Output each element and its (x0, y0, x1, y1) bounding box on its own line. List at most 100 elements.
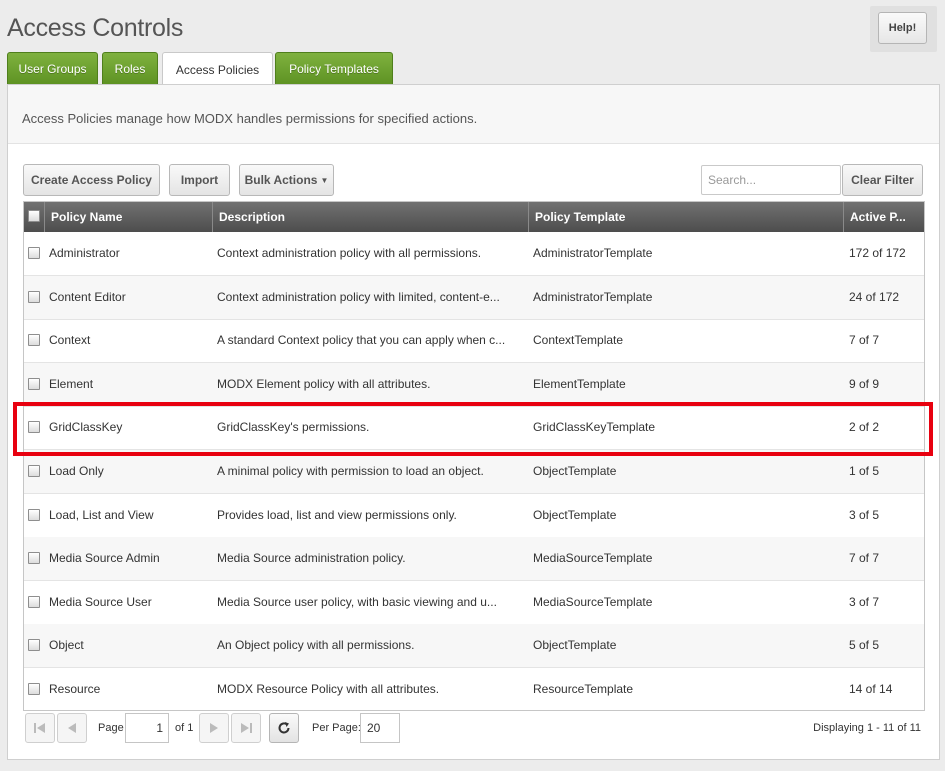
column-header-policy-template[interactable]: Policy Template (528, 202, 844, 232)
row-checkbox[interactable] (28, 465, 40, 477)
table-row[interactable]: Media Source Admin Media Source administr… (24, 537, 924, 582)
table-row[interactable]: Resource MODX Resource Policy with all at… (24, 668, 924, 710)
cell-policy-template: MediaSourceTemplate (533, 594, 653, 609)
column-header-active-permissions[interactable]: Active P... (843, 202, 924, 232)
cell-policy-name: Context (49, 333, 91, 348)
row-checkbox[interactable] (28, 508, 40, 521)
help-button[interactable]: Help! (878, 12, 927, 44)
cell-policy-template: ObjectTemplate (533, 507, 617, 522)
import-button[interactable]: Import (169, 164, 230, 196)
cell-description: Media Source administration policy. (217, 551, 406, 566)
last-page-button[interactable] (231, 713, 261, 743)
column-header-description[interactable]: Description (212, 202, 528, 232)
bulk-actions-button[interactable]: Bulk Actions ▼ (239, 164, 334, 196)
cell-policy-template: ContextTemplate (533, 333, 624, 348)
row-checkbox[interactable] (28, 421, 40, 434)
prev-page-button[interactable] (57, 713, 87, 743)
cell-description: Context administration policy with limit… (217, 289, 500, 304)
cell-active-permissions: 3 of 7 (849, 594, 880, 609)
cell-active-permissions: 3 of 5 (849, 507, 880, 522)
cell-policy-template: ObjectTemplate (533, 464, 617, 478)
cell-active-permissions: 14 of 14 (849, 682, 893, 696)
display-count-label: Displaying 1 - 11 of 11 (813, 722, 921, 734)
cell-description: A standard Context policy that you can a… (217, 333, 506, 348)
panel-description: Access Policies manage how MODX handles … (8, 85, 939, 144)
cell-policy-name: GridClassKey (49, 420, 123, 435)
caret-down-icon: ▼ (320, 175, 329, 185)
row-checkbox[interactable] (28, 290, 40, 303)
cell-policy-name: Element (49, 376, 94, 391)
cell-policy-name: Content Editor (49, 289, 126, 304)
cell-description: A minimal policy with permission to load… (217, 464, 484, 478)
cell-policy-name: Resource (49, 682, 101, 696)
table-row[interactable]: Content Editor Context administration pol… (24, 275, 924, 320)
pagination-bar: Page 1 of 1 Per Page: 20 Displaying 1 - … (23, 711, 925, 751)
tab-user-groups[interactable]: User Groups (7, 52, 98, 85)
page-title: Access Controls (7, 14, 184, 42)
first-page-icon (34, 723, 45, 733)
cell-description: Context administration policy with all p… (217, 246, 482, 260)
last-page-icon (241, 723, 252, 733)
cell-policy-template: AdministratorTemplate (533, 246, 653, 260)
refresh-icon (278, 722, 290, 734)
table-row[interactable]: GridClassKey GridClassKey's permissions. G… (24, 406, 924, 451)
cell-active-permissions: 1 of 5 (849, 464, 880, 478)
row-checkbox[interactable] (28, 683, 40, 695)
tab-policy-templates[interactable]: Policy Templates (275, 52, 393, 85)
table-row[interactable]: Load, List and View Provides load, list a… (24, 494, 924, 538)
cell-description: MODX Resource Policy with all attributes… (217, 682, 440, 696)
tab-access-policies[interactable]: Access Policies (162, 52, 273, 86)
cell-policy-template: ElementTemplate (533, 376, 626, 391)
table-row[interactable]: Element MODX Element policy with all attr… (24, 362, 924, 407)
search-input[interactable]: Search... (701, 165, 841, 195)
cell-policy-name: Administrator (49, 246, 120, 260)
cell-active-permissions: 24 of 172 (849, 289, 900, 304)
help-button-wrap: Help! (870, 6, 937, 52)
row-checkbox[interactable] (28, 595, 40, 608)
grid-header: Policy Name Description Policy Template … (24, 202, 924, 232)
bulk-actions-label: Bulk Actions (244, 173, 318, 187)
tab-roles[interactable]: Roles (102, 52, 158, 85)
cell-active-permissions: 7 of 7 (849, 551, 880, 566)
cell-policy-template: AdministratorTemplate (533, 289, 653, 304)
next-page-icon (210, 723, 218, 733)
column-header-policy-name[interactable]: Policy Name (44, 202, 214, 232)
clear-filter-button[interactable]: Clear Filter (842, 164, 923, 196)
row-checkbox[interactable] (28, 377, 40, 390)
row-checkbox[interactable] (28, 639, 40, 652)
cell-active-permissions: 5 of 5 (849, 638, 880, 653)
create-access-policy-button[interactable]: Create Access Policy (23, 164, 160, 196)
cell-policy-name: Load, List and View (49, 507, 154, 522)
cell-policy-name: Object (49, 638, 84, 653)
cell-policy-name: Load Only (49, 464, 104, 478)
table-row[interactable]: Load Only A minimal policy with permissio… (24, 450, 924, 494)
cell-active-permissions: 2 of 2 (849, 420, 880, 435)
cell-description: GridClassKey's permissions. (217, 420, 370, 435)
table-row[interactable]: Object An Object policy with all permissi… (24, 624, 924, 669)
cell-active-permissions: 172 of 172 (849, 246, 906, 260)
row-checkbox[interactable] (28, 334, 40, 347)
cell-description: An Object policy with all permissions. (217, 638, 415, 653)
cell-policy-name: Media Source Admin (49, 551, 160, 566)
policy-grid: Policy Name Description Policy Template … (23, 201, 925, 711)
cell-policy-name: Media Source User (49, 594, 152, 609)
access-policies-panel: Access Policies manage how MODX handles … (7, 84, 940, 760)
cell-active-permissions: 7 of 7 (849, 333, 880, 348)
table-row[interactable]: Context A standard Context policy that yo… (24, 319, 924, 364)
table-row[interactable]: Media Source User Media Source user polic… (24, 581, 924, 625)
first-page-button[interactable] (25, 713, 55, 743)
row-checkbox[interactable] (28, 552, 40, 565)
page-label: Page (98, 722, 124, 734)
cell-description: MODX Element policy with all attributes. (217, 376, 431, 391)
page-count-label: of 1 (175, 722, 194, 734)
page-number-input[interactable]: 1 (125, 713, 169, 743)
row-checkbox[interactable] (28, 247, 40, 259)
per-page-label: Per Page: (312, 722, 361, 734)
table-row[interactable]: Administrator Context administration poli… (24, 232, 924, 276)
select-all-checkbox[interactable] (28, 210, 40, 222)
cell-policy-template: GridClassKeyTemplate (533, 420, 656, 435)
next-page-button[interactable] (199, 713, 229, 743)
per-page-input[interactable]: 20 (360, 713, 400, 743)
refresh-button[interactable] (269, 713, 299, 743)
cell-active-permissions: 9 of 9 (849, 376, 880, 391)
